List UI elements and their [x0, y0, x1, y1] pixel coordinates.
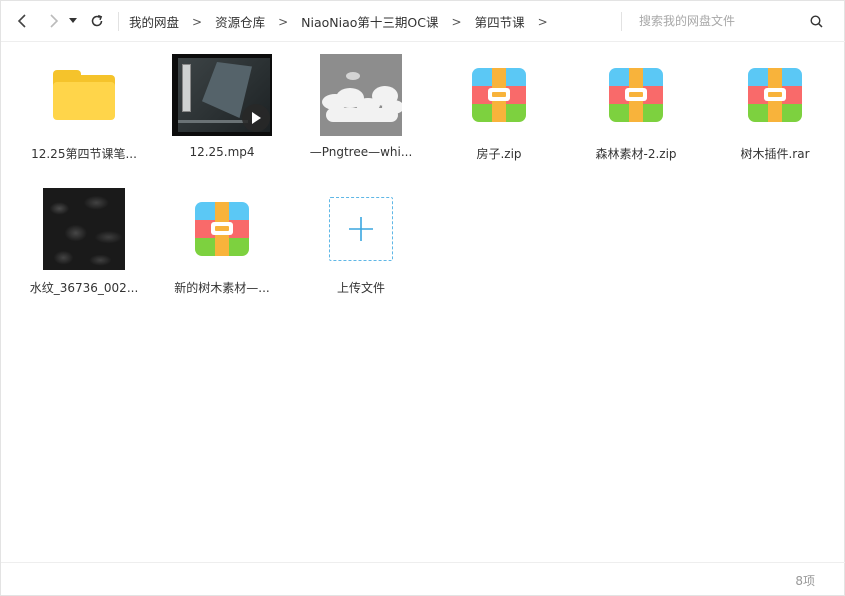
forward-button[interactable]: [41, 9, 65, 33]
file-item-archive[interactable]: 树木插件.rar: [705, 51, 845, 169]
upload-label: 上传文件: [336, 281, 385, 295]
search-box: [631, 10, 831, 32]
breadcrumb-separator: >: [537, 14, 548, 29]
upload-thumbnail: [311, 185, 411, 273]
file-name: 新的树木素材—...: [174, 281, 270, 295]
toolbar: 我的网盘 > 资源仓库 > NiaoNiao第十三期OC课 > 第四节课 >: [1, 1, 845, 42]
file-thumbnail: [172, 51, 272, 139]
breadcrumb-item-my-drive[interactable]: 我的网盘: [129, 12, 179, 31]
file-thumbnail: [172, 185, 272, 273]
search-icon: [809, 14, 823, 28]
status-bar: 8项: [1, 562, 845, 596]
file-browser-window: 我的网盘 > 资源仓库 > NiaoNiao第十三期OC课 > 第四节课 > 搜…: [0, 0, 845, 596]
breadcrumb-item-resources[interactable]: 资源仓库: [215, 12, 265, 31]
file-thumbnail: [449, 51, 549, 139]
refresh-icon: [91, 14, 103, 27]
chevron-left-icon: [17, 14, 26, 28]
folder-icon: [53, 70, 115, 120]
plus-icon: [349, 217, 373, 241]
file-item-image[interactable]: —Pngtree—whi...: [291, 51, 431, 169]
file-thumbnail: [725, 51, 825, 139]
toolbar-divider: [118, 12, 119, 31]
file-item-archive[interactable]: 房子.zip: [429, 51, 569, 169]
archive-icon: [195, 202, 249, 256]
video-thumbnail: [172, 54, 272, 136]
upload-file-button[interactable]: 上传文件: [291, 185, 431, 303]
file-item-folder[interactable]: 12.25第四节课笔...: [14, 51, 154, 169]
file-thumbnail: [311, 51, 411, 139]
water-texture-thumbnail: [43, 188, 125, 270]
file-item-archive[interactable]: 新的树木素材—...: [152, 185, 292, 303]
file-name: 树木插件.rar: [740, 147, 810, 161]
breadcrumb: 我的网盘 > 资源仓库 > NiaoNiao第十三期OC课 > 第四节课 >: [129, 1, 561, 42]
file-name: 12.25第四节课笔...: [31, 147, 137, 161]
upload-dropzone[interactable]: [329, 197, 393, 261]
file-item-image[interactable]: 水纹_36736_002...: [14, 185, 154, 303]
file-name: —Pngtree—whi...: [309, 145, 413, 159]
breadcrumb-separator: >: [192, 14, 203, 29]
refresh-button[interactable]: [85, 9, 109, 33]
history-dropdown-button[interactable]: [65, 9, 81, 33]
breadcrumb-separator: >: [278, 14, 289, 29]
file-name: 森林素材-2.zip: [595, 147, 677, 161]
file-item-archive[interactable]: 森林素材-2.zip: [566, 51, 706, 169]
file-item-video[interactable]: 12.25.mp4: [152, 51, 292, 169]
archive-icon: [609, 68, 663, 122]
file-thumbnail: [586, 51, 686, 139]
file-name: 水纹_36736_002...: [29, 281, 139, 295]
file-thumbnail: [34, 51, 134, 139]
file-name: 12.25.mp4: [189, 145, 255, 159]
search-divider: [621, 12, 622, 31]
breadcrumb-item-course[interactable]: NiaoNiao第十三期OC课: [301, 12, 438, 31]
breadcrumb-separator: >: [451, 14, 462, 29]
item-count: 8项: [795, 574, 815, 588]
search-input[interactable]: [631, 10, 801, 32]
file-thumbnail: [34, 185, 134, 273]
archive-icon: [472, 68, 526, 122]
cloud-image-thumbnail: [320, 54, 402, 136]
file-name: 房子.zip: [476, 147, 522, 161]
chevron-right-icon: [50, 14, 59, 28]
caret-down-icon: [69, 18, 77, 23]
breadcrumb-item-lesson-4[interactable]: 第四节课: [475, 12, 525, 31]
search-button[interactable]: [807, 12, 825, 30]
archive-icon: [748, 68, 802, 122]
play-icon: [242, 104, 270, 132]
back-button[interactable]: [11, 9, 35, 33]
